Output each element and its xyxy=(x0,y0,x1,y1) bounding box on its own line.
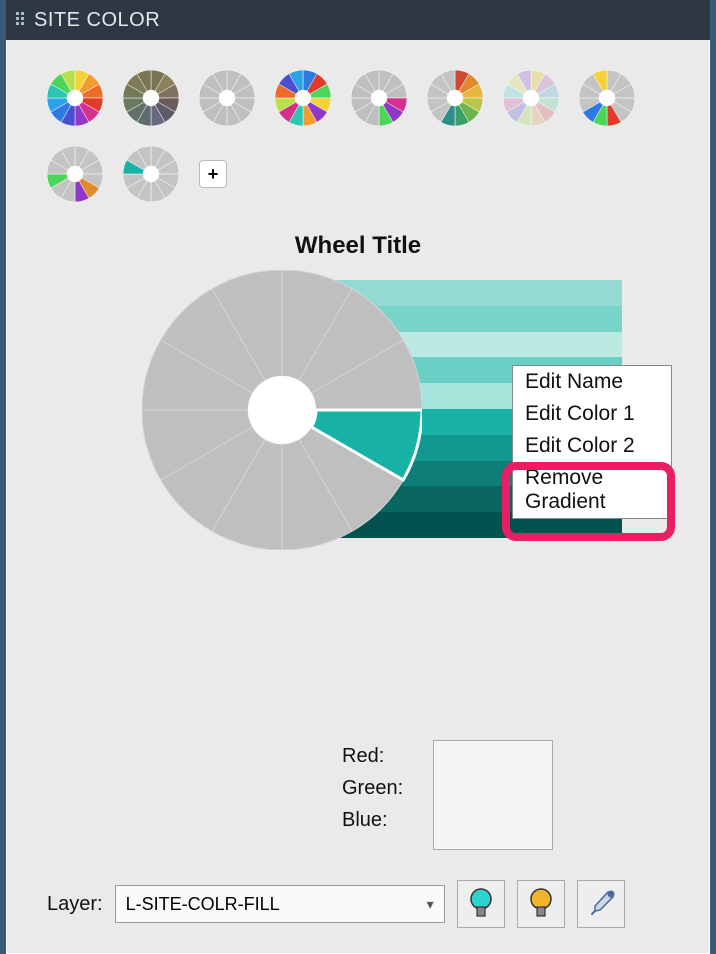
color-wheel[interactable] xyxy=(142,270,422,550)
context-menu: Edit NameEdit Color 1Edit Color 2RemoveG… xyxy=(512,365,672,519)
panel-body: + Wheel Title Edit NameEdit Color 1Edit … xyxy=(6,40,710,954)
preset-wheel-9[interactable] xyxy=(123,146,179,202)
layer-label: Layer: xyxy=(47,893,103,916)
preset-wheel-3[interactable] xyxy=(275,70,331,126)
preset-wheel-4[interactable] xyxy=(351,70,407,126)
preset-wheel-5[interactable] xyxy=(427,70,483,126)
wheel-main-area: Edit NameEdit Color 1Edit Color 2RemoveG… xyxy=(7,270,709,600)
eyedropper-button[interactable] xyxy=(577,880,625,928)
red-label: Red: xyxy=(342,740,403,772)
preset-wheel-8[interactable] xyxy=(47,146,103,202)
bottom-row: Layer: L-SITE-COLR-FILL ▾ xyxy=(47,880,625,928)
eyedropper-icon xyxy=(586,889,616,919)
preset-wheel-7[interactable] xyxy=(579,70,635,126)
wheel-title: Wheel Title xyxy=(7,232,709,260)
bulb-teal-icon xyxy=(467,888,495,920)
context-menu-item-0[interactable]: Edit Name xyxy=(513,366,671,398)
green-label: Green: xyxy=(342,772,403,804)
preset-wheel-6[interactable] xyxy=(503,70,559,126)
preset-wheel-1[interactable] xyxy=(123,70,179,126)
color-swatch-preview xyxy=(433,740,553,850)
context-menu-item-2[interactable]: Edit Color 2 xyxy=(513,430,671,462)
drag-handle-icon[interactable] xyxy=(16,12,24,28)
preset-wheel-0[interactable] xyxy=(47,70,103,126)
rgb-section: Red: Green: Blue: xyxy=(342,740,553,850)
context-menu-item-3[interactable]: RemoveGradient xyxy=(513,462,671,518)
panel-title: SITE COLOR xyxy=(34,9,160,32)
preset-wheel-2[interactable] xyxy=(199,70,255,126)
context-menu-item-1[interactable]: Edit Color 1 xyxy=(513,398,671,430)
titlebar[interactable]: SITE COLOR xyxy=(6,0,710,40)
bulb-amber-icon xyxy=(527,888,555,920)
add-preset-button[interactable]: + xyxy=(199,160,227,188)
chevron-down-icon: ▾ xyxy=(427,896,434,913)
layer-select-value: L-SITE-COLR-FILL xyxy=(126,894,280,915)
bulb-teal-button[interactable] xyxy=(457,880,505,928)
bulb-amber-button[interactable] xyxy=(517,880,565,928)
preset-grid: + xyxy=(7,40,709,202)
blue-label: Blue: xyxy=(342,804,403,836)
layer-select[interactable]: L-SITE-COLR-FILL ▾ xyxy=(115,885,445,923)
